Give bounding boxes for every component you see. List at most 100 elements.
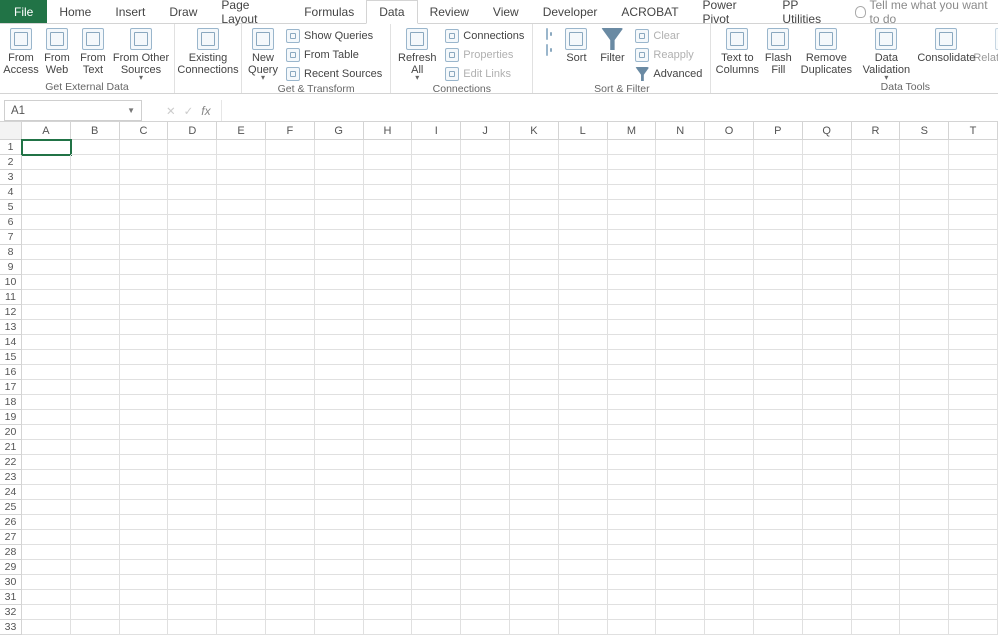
cell-F15[interactable] xyxy=(266,350,315,365)
cell-R3[interactable] xyxy=(852,170,901,185)
tab-data[interactable]: Data xyxy=(366,0,417,24)
cell-A17[interactable] xyxy=(22,380,71,395)
cell-J3[interactable] xyxy=(461,170,510,185)
cell-A7[interactable] xyxy=(22,230,71,245)
from-text-button[interactable]: From Text xyxy=(76,26,110,76)
cell-F27[interactable] xyxy=(266,530,315,545)
cell-P7[interactable] xyxy=(754,230,803,245)
cell-S31[interactable] xyxy=(900,590,949,605)
cell-D26[interactable] xyxy=(168,515,217,530)
cell-D23[interactable] xyxy=(168,470,217,485)
cell-B2[interactable] xyxy=(71,155,120,170)
cell-R10[interactable] xyxy=(852,275,901,290)
cell-Q19[interactable] xyxy=(803,410,852,425)
cell-Q29[interactable] xyxy=(803,560,852,575)
cell-M8[interactable] xyxy=(608,245,657,260)
cell-C3[interactable] xyxy=(120,170,169,185)
cell-F1[interactable] xyxy=(266,140,315,155)
cell-O32[interactable] xyxy=(705,605,754,620)
row-header-6[interactable]: 6 xyxy=(0,215,22,230)
cell-D13[interactable] xyxy=(168,320,217,335)
cell-N25[interactable] xyxy=(656,500,705,515)
column-header-D[interactable]: D xyxy=(168,122,217,139)
cell-R28[interactable] xyxy=(852,545,901,560)
cell-E21[interactable] xyxy=(217,440,266,455)
cell-E3[interactable] xyxy=(217,170,266,185)
cell-G33[interactable] xyxy=(315,620,364,635)
cell-Q22[interactable] xyxy=(803,455,852,470)
cell-B27[interactable] xyxy=(71,530,120,545)
cell-N7[interactable] xyxy=(656,230,705,245)
cell-R32[interactable] xyxy=(852,605,901,620)
cell-H18[interactable] xyxy=(364,395,413,410)
cell-J24[interactable] xyxy=(461,485,510,500)
cell-C5[interactable] xyxy=(120,200,169,215)
cell-A3[interactable] xyxy=(22,170,71,185)
cell-Q23[interactable] xyxy=(803,470,852,485)
cell-C28[interactable] xyxy=(120,545,169,560)
sort-az-button[interactable] xyxy=(537,26,557,56)
cell-A33[interactable] xyxy=(22,620,71,635)
cell-Q9[interactable] xyxy=(803,260,852,275)
cell-G5[interactable] xyxy=(315,200,364,215)
from-web-button[interactable]: From Web xyxy=(40,26,74,76)
cell-S14[interactable] xyxy=(900,335,949,350)
cell-B10[interactable] xyxy=(71,275,120,290)
cell-I23[interactable] xyxy=(412,470,461,485)
cell-T31[interactable] xyxy=(949,590,998,605)
cell-P14[interactable] xyxy=(754,335,803,350)
cell-A28[interactable] xyxy=(22,545,71,560)
cell-B8[interactable] xyxy=(71,245,120,260)
cell-A22[interactable] xyxy=(22,455,71,470)
cell-M18[interactable] xyxy=(608,395,657,410)
cell-D20[interactable] xyxy=(168,425,217,440)
cell-S18[interactable] xyxy=(900,395,949,410)
cell-P31[interactable] xyxy=(754,590,803,605)
tab-insert[interactable]: Insert xyxy=(103,0,157,23)
cell-F29[interactable] xyxy=(266,560,315,575)
cell-E29[interactable] xyxy=(217,560,266,575)
cell-N23[interactable] xyxy=(656,470,705,485)
cell-P12[interactable] xyxy=(754,305,803,320)
cell-A8[interactable] xyxy=(22,245,71,260)
row-header-33[interactable]: 33 xyxy=(0,620,22,635)
column-header-F[interactable]: F xyxy=(266,122,315,139)
properties-button[interactable]: Properties xyxy=(441,46,528,64)
cell-H21[interactable] xyxy=(364,440,413,455)
cell-J12[interactable] xyxy=(461,305,510,320)
cell-P18[interactable] xyxy=(754,395,803,410)
cell-E24[interactable] xyxy=(217,485,266,500)
cell-R19[interactable] xyxy=(852,410,901,425)
cell-G31[interactable] xyxy=(315,590,364,605)
cell-P15[interactable] xyxy=(754,350,803,365)
cell-J16[interactable] xyxy=(461,365,510,380)
cell-C19[interactable] xyxy=(120,410,169,425)
cell-M15[interactable] xyxy=(608,350,657,365)
cell-G23[interactable] xyxy=(315,470,364,485)
cell-M32[interactable] xyxy=(608,605,657,620)
cell-K8[interactable] xyxy=(510,245,559,260)
cell-E9[interactable] xyxy=(217,260,266,275)
cell-C13[interactable] xyxy=(120,320,169,335)
cell-G21[interactable] xyxy=(315,440,364,455)
cell-F31[interactable] xyxy=(266,590,315,605)
cell-D32[interactable] xyxy=(168,605,217,620)
cell-O10[interactable] xyxy=(705,275,754,290)
cell-T27[interactable] xyxy=(949,530,998,545)
cell-H29[interactable] xyxy=(364,560,413,575)
cell-F21[interactable] xyxy=(266,440,315,455)
cell-F17[interactable] xyxy=(266,380,315,395)
cell-D14[interactable] xyxy=(168,335,217,350)
cell-L10[interactable] xyxy=(559,275,608,290)
cell-O27[interactable] xyxy=(705,530,754,545)
cell-F14[interactable] xyxy=(266,335,315,350)
cell-I30[interactable] xyxy=(412,575,461,590)
cell-T13[interactable] xyxy=(949,320,998,335)
cell-P16[interactable] xyxy=(754,365,803,380)
cell-D19[interactable] xyxy=(168,410,217,425)
cell-K9[interactable] xyxy=(510,260,559,275)
cell-Q18[interactable] xyxy=(803,395,852,410)
cell-O25[interactable] xyxy=(705,500,754,515)
cell-O22[interactable] xyxy=(705,455,754,470)
cell-H9[interactable] xyxy=(364,260,413,275)
